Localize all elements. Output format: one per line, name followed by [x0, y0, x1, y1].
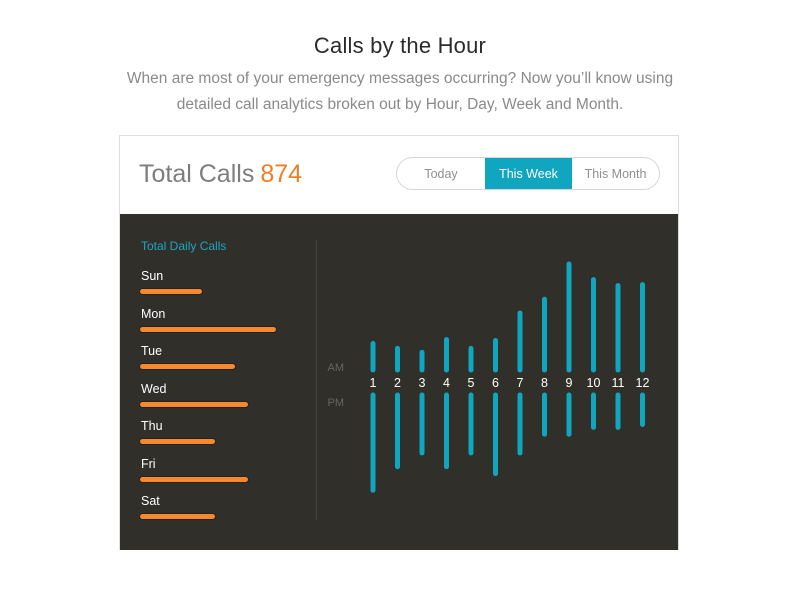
- total-calls-label: Total Calls: [139, 160, 255, 188]
- hourly-bar-chart: AMPM1 2 3 4 5 6 7 8 9 10 11 12: [328, 261, 650, 493]
- tab-this-month[interactable]: This Month: [572, 158, 659, 189]
- hour-label-10: 10: [587, 376, 601, 390]
- tab-this-week[interactable]: This Week: [485, 158, 572, 189]
- tab-today[interactable]: Today: [397, 158, 485, 189]
- hour-label-6: 6: [492, 376, 499, 390]
- hour-label-11: 11: [612, 376, 625, 390]
- calls-card: Total Calls 874 Today This Week This Mont…: [119, 135, 679, 550]
- hour-label-9: 9: [566, 376, 573, 390]
- hour-label-3: 3: [419, 376, 426, 390]
- hour-label-2: 2: [394, 376, 401, 390]
- total-calls-value: 874: [260, 160, 303, 188]
- am-axis-label: AM: [328, 362, 345, 374]
- period-toggle: Today This Week This Month: [396, 157, 660, 190]
- page-subtitle: When are most of your emergency messages…: [126, 70, 674, 113]
- card-header: Total Calls 874 Today This Week This Mont…: [120, 136, 678, 214]
- hour-label-1: 1: [370, 376, 377, 390]
- total-calls: Total Calls 874: [139, 160, 302, 189]
- hour-label-4: 4: [443, 376, 450, 390]
- page-title: Calls by the Hour: [313, 33, 487, 58]
- hour-label-12: 12: [636, 376, 650, 390]
- pm-axis-label: PM: [328, 397, 345, 409]
- chart-panel: Total Daily Calls Sun Mon Tue Wed Thu Fri Sat …: [120, 214, 678, 550]
- hour-label-8: 8: [541, 376, 548, 390]
- hour-label-5: 5: [468, 376, 475, 390]
- hour-label-7: 7: [517, 376, 524, 390]
